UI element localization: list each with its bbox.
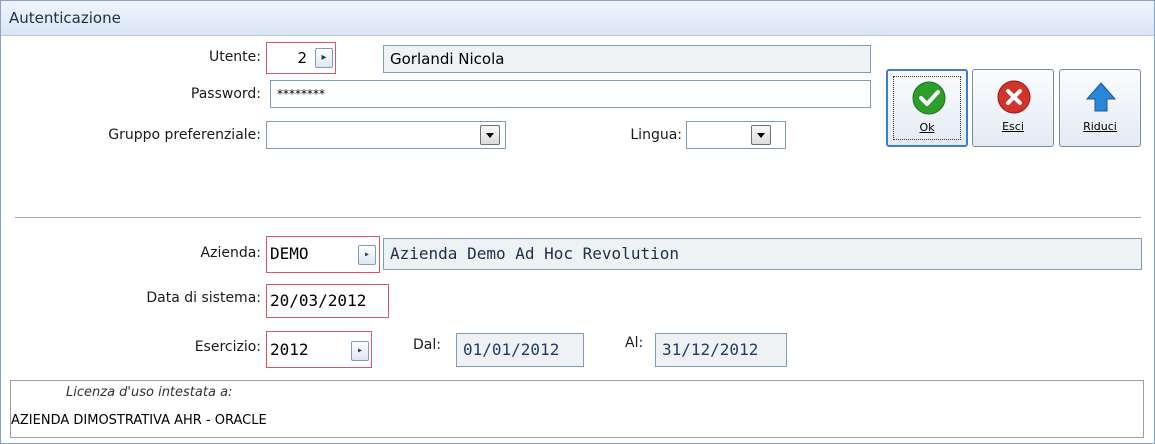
dal-field: 01/01/2012: [456, 333, 584, 367]
license-box: Licenza d'uso intestata a: AZIENDA DIMOS…: [10, 380, 1144, 438]
azienda-name-field: Azienda Demo Ad Hoc Revolution: [383, 238, 1142, 270]
dropdown-arrow-icon[interactable]: [751, 125, 771, 145]
utente-code-value: 2: [297, 49, 307, 67]
esci-label: Esci: [1002, 120, 1024, 133]
al-label: Al:: [625, 335, 644, 351]
utente-name-value: Gorlandi Nicola: [390, 50, 505, 68]
chevron-right-icon: ▸: [363, 249, 371, 260]
password-value: ********: [277, 87, 325, 101]
ok-button[interactable]: Ok: [886, 69, 968, 147]
check-icon: [912, 81, 946, 115]
dal-value: 01/01/2012: [463, 340, 560, 359]
azienda-code-value: DEMO: [270, 244, 309, 263]
lingua-label: Lingua:: [630, 127, 682, 143]
data-sistema-value: 20/03/2012: [270, 291, 367, 310]
azienda-code-field[interactable]: DEMO ▸: [266, 236, 380, 273]
esercizio-field[interactable]: 2012 ▸: [266, 331, 372, 368]
utente-name-field: Gorlandi Nicola: [383, 45, 871, 73]
data-sistema-field[interactable]: 20/03/2012: [266, 284, 389, 318]
password-field[interactable]: ********: [270, 80, 871, 108]
utente-label: Utente:: [208, 49, 261, 65]
license-holder: AZIENDA DIMOSTRATIVA AHR - ORACLE: [11, 413, 267, 428]
esercizio-label: Esercizio:: [194, 339, 261, 355]
title-bar: Autenticazione: [1, 1, 1154, 36]
close-icon: [997, 80, 1031, 114]
license-heading: Licenza d'uso intestata a:: [66, 385, 233, 400]
riduci-label: Riduci: [1083, 120, 1117, 133]
dropdown-arrow-icon[interactable]: [480, 125, 500, 145]
arrow-up-icon: [1085, 82, 1117, 112]
azienda-name-value: Azienda Demo Ad Hoc Revolution: [390, 244, 679, 263]
separator: [15, 217, 1141, 218]
window-title: Autenticazione: [9, 9, 121, 27]
data-sistema-label: Data di sistema:: [146, 290, 261, 306]
utente-zoom-button[interactable]: ▸: [315, 48, 333, 68]
gruppo-label: Gruppo preferenziale:: [108, 127, 261, 143]
riduci-button[interactable]: Riduci: [1059, 69, 1141, 147]
dal-label: Dal:: [413, 337, 441, 353]
al-value: 31/12/2012: [662, 340, 759, 359]
esci-button[interactable]: Esci: [972, 69, 1054, 147]
chevron-right-icon: ▸: [356, 345, 364, 356]
utente-code-field[interactable]: 2 ▸: [266, 42, 336, 74]
password-label: Password:: [190, 86, 261, 102]
gruppo-select[interactable]: [266, 121, 506, 149]
azienda-zoom-button[interactable]: ▸: [358, 245, 376, 265]
auth-window: Autenticazione Utente: 2 ▸ Gorlandi Nico…: [0, 0, 1155, 444]
chevron-right-icon: ▸: [321, 52, 327, 63]
ok-label: Ok: [919, 121, 935, 134]
al-field: 31/12/2012: [655, 333, 787, 367]
esercizio-zoom-button[interactable]: ▸: [351, 341, 369, 361]
lingua-select[interactable]: [686, 121, 786, 149]
esercizio-value: 2012: [270, 340, 309, 359]
azienda-label: Azienda:: [200, 245, 261, 261]
